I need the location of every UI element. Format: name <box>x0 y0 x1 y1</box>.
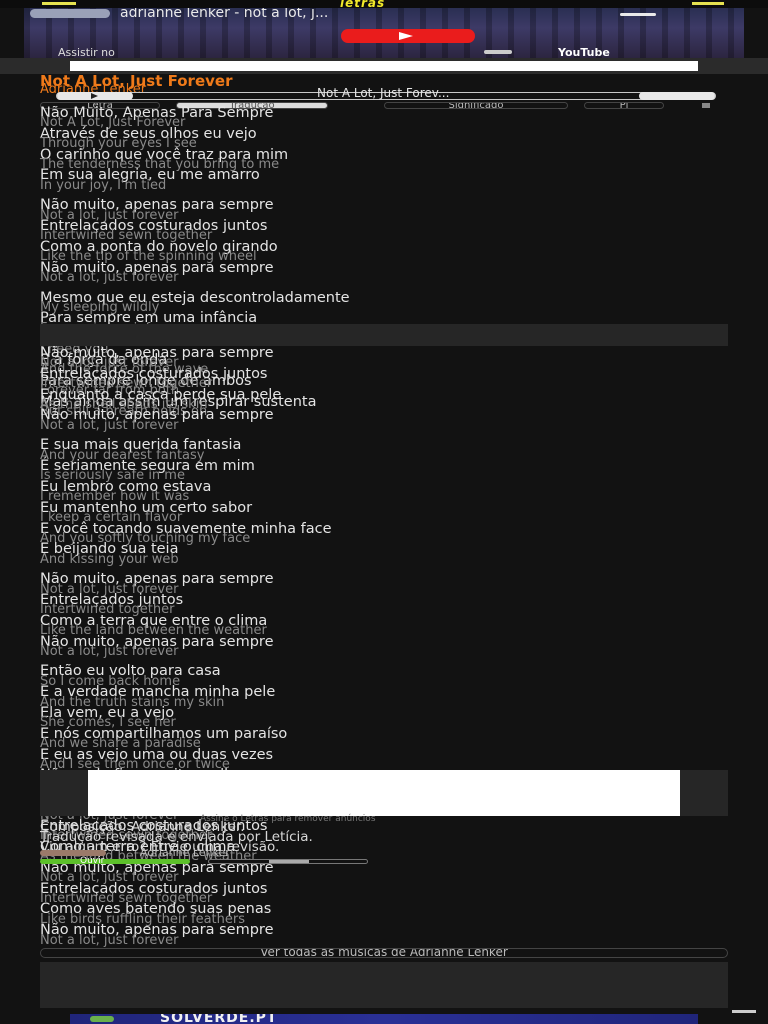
secondary-button[interactable] <box>208 859 368 864</box>
channel-avatar[interactable] <box>30 9 110 18</box>
play-icon[interactable] <box>57 92 133 100</box>
listen-button[interactable]: Ouvir <box>40 856 190 866</box>
player-track-title: Not A Lot, Just Forev... <box>317 86 450 100</box>
volume-icon[interactable] <box>639 92 715 100</box>
bottom-ad-text: SOLVERDE.PT <box>160 1014 278 1024</box>
lyric-line-original: Not a lot, just forever <box>40 643 179 659</box>
lyric-line-original: In your joy, I'm tied <box>40 177 167 193</box>
menu-icon[interactable] <box>42 2 76 5</box>
audio-player: Not A Lot, Just Forev... <box>56 86 716 100</box>
lyric-line-original: And kissing your web <box>40 551 179 567</box>
top-ad-banner[interactable] <box>70 61 698 71</box>
youtube-play-button[interactable] <box>341 29 475 43</box>
search-icon[interactable] <box>692 2 724 5</box>
artist-card-name[interactable]: Adrianne Lenker <box>140 846 230 859</box>
watch-on-label[interactable]: Assistir no <box>58 46 115 58</box>
see-all-songs-button[interactable]: Ver todas as músicas de Adrianne Lenker <box>40 948 728 958</box>
inline-ad-slot[interactable] <box>40 324 728 346</box>
solverde-logo-icon <box>90 1016 114 1022</box>
lyric-line-original: Not a lot, just forever <box>40 932 179 948</box>
lyric-line-original: Not a lot, just forever <box>40 270 179 286</box>
youtube-video-player[interactable]: adrianne lenker - not a lot, j... Assist… <box>24 8 744 58</box>
youtube-logo-icon[interactable] <box>484 50 512 54</box>
close-ad-icon[interactable] <box>732 1010 756 1013</box>
video-more-icon[interactable] <box>620 13 656 16</box>
footer-ad-slot[interactable] <box>40 962 728 1008</box>
sticky-bottom-ad[interactable]: SOLVERDE.PT <box>70 1014 698 1024</box>
listen-label: Ouvir <box>80 856 105 866</box>
app-bar: letras <box>0 0 768 10</box>
video-title[interactable]: adrianne lenker - not a lot, j... <box>120 8 328 21</box>
ad-banner[interactable] <box>88 770 680 816</box>
lyric-line-original: Not a lot, just forever <box>40 417 179 433</box>
youtube-label[interactable]: YouTube <box>558 46 610 58</box>
ad-container <box>40 770 728 816</box>
secondary-button-icon <box>269 860 309 863</box>
artist-card: Adrianne Lenker Ouvir <box>40 846 380 866</box>
